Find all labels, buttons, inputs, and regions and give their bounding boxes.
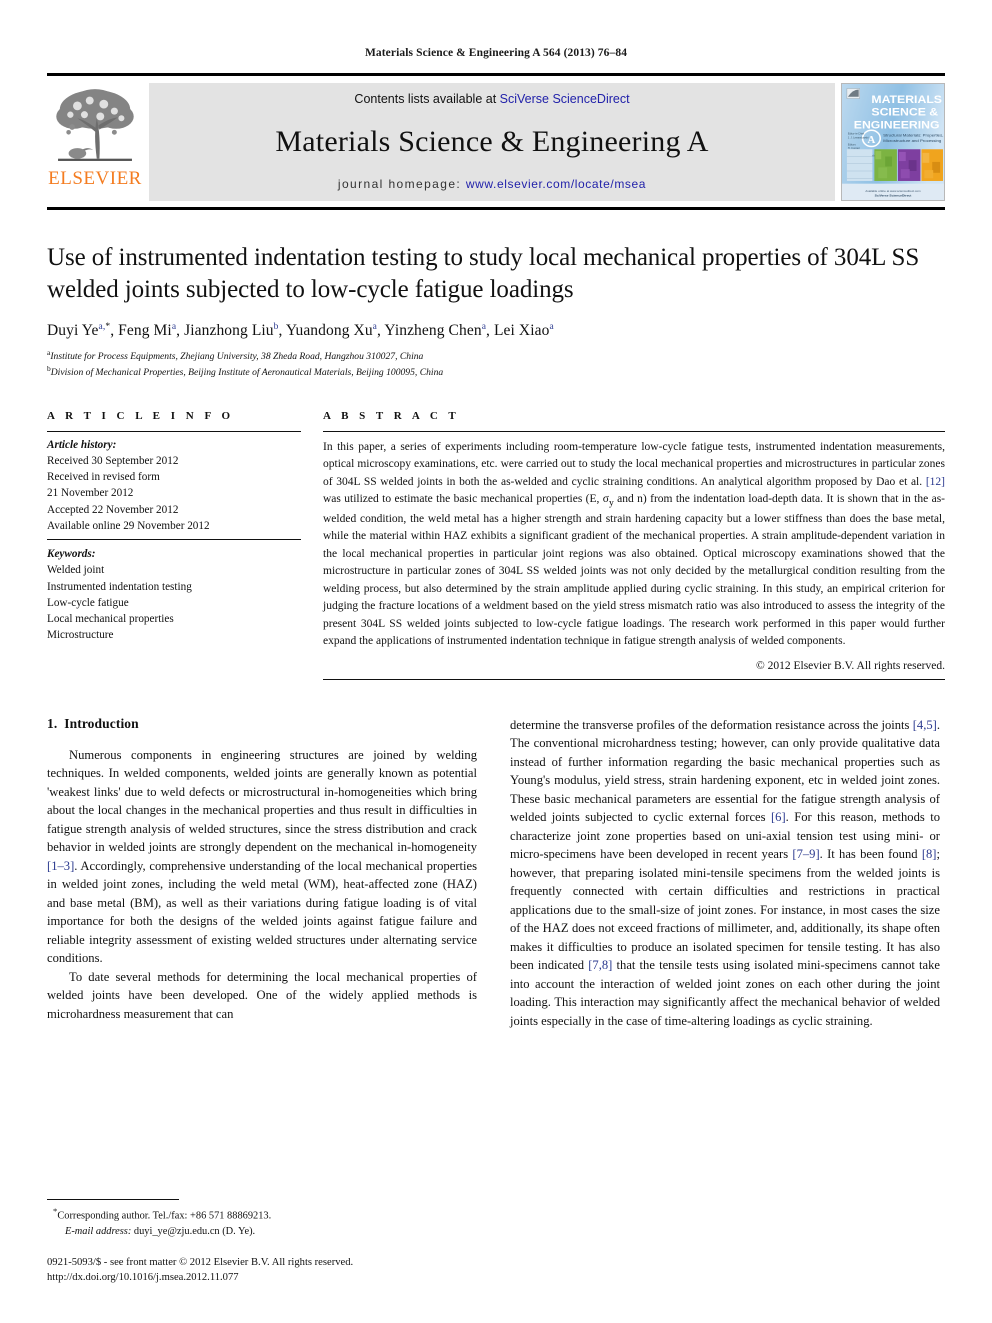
- author-5-affil-marker: a: [549, 322, 554, 332]
- issn-line: 0921-5093/$ - see front matter © 2012 El…: [47, 1256, 354, 1268]
- keywords-block: Keywords: Welded joint Instrumented inde…: [47, 540, 301, 643]
- intro-paragraph-2-cont: determine the transverse profiles of the…: [510, 717, 940, 1028]
- ref-7-8[interactable]: [7,8]: [588, 958, 612, 972]
- svg-text:MATERIALS: MATERIALS: [871, 92, 942, 105]
- elsevier-tree-icon: [51, 83, 139, 171]
- author-2: Jianzhong Liub: [184, 322, 279, 340]
- body-column-right: determine the transverse profiles of the…: [510, 716, 940, 1146]
- intro-paragraph-1: Numerous components in engineering struc…: [47, 747, 477, 966]
- ref-1-3[interactable]: [1–3]: [47, 859, 74, 873]
- journal-homepage-url[interactable]: www.elsevier.com/locate/msea: [466, 177, 646, 191]
- author-4-affil-marker: a: [481, 322, 487, 332]
- info-abstract-region: A R T I C L E I N F O Article history: R…: [47, 410, 945, 680]
- paper-page: Materials Science & Engineering A 564 (2…: [0, 0, 992, 1323]
- keyword-1: Instrumented indentation testing: [47, 580, 192, 593]
- sciencedirect-link[interactable]: SciVerse ScienceDirect: [500, 92, 630, 106]
- keyword-3: Local mechanical properties: [47, 613, 174, 626]
- history-item-3: Accepted 22 November 2012: [47, 503, 179, 516]
- cover-artwork: MATERIALS SCIENCE & ENGINEERING A Struct…: [842, 84, 944, 200]
- email-value[interactable]: duyi_ye@zju.edu.cn (D. Ye).: [131, 1226, 255, 1237]
- imprint-block: 0921-5093/$ - see front matter © 2012 El…: [47, 1255, 477, 1285]
- ref-6[interactable]: [6]: [771, 810, 786, 824]
- affiliation-b: bDivision of Mechanical Properties, Beij…: [47, 363, 444, 379]
- author-0: Duyi Yea,*: [47, 322, 111, 340]
- journal-band: Contents lists available at SciVerse Sci…: [149, 83, 835, 201]
- abstract-bottom-rule: [323, 678, 945, 680]
- svg-text:J. J. Lewandowski: J. J. Lewandowski: [848, 136, 869, 139]
- abstract-heading: A B S T R A C T: [323, 409, 460, 422]
- affiliation-list: aInstitute for Process Equipments, Zheji…: [47, 348, 945, 380]
- history-item-2: 21 November 2012: [47, 487, 134, 500]
- abstract-copyright: © 2012 Elsevier B.V. All rights reserved…: [756, 659, 945, 672]
- svg-text:SciVerse ScienceDirect: SciVerse ScienceDirect: [875, 193, 913, 197]
- ref-4-5[interactable]: [4,5]: [913, 718, 937, 732]
- journal-cover-thumbnail: MATERIALS SCIENCE & ENGINEERING A Struct…: [841, 83, 945, 201]
- corresponding-author-note: *Corresponding author. Tel./fax: +86 571…: [53, 1206, 272, 1237]
- history-item-4: Available online 29 November 2012: [47, 519, 210, 532]
- keywords-label: Keywords:: [47, 548, 96, 561]
- svg-text:Available online at www.scienc: Available online at www.sciencedirect.co…: [865, 189, 921, 193]
- section-title-introduction: 1. Introduction: [47, 716, 477, 732]
- article-history-block: Article history: Received 30 September 2…: [47, 432, 301, 539]
- email-label: E-mail address:: [65, 1225, 132, 1237]
- svg-text:Editors: Editors: [848, 144, 857, 147]
- keyword-0: Welded joint: [47, 564, 105, 577]
- elsevier-logo: ELSEVIER: [47, 83, 143, 201]
- page-title: Use of instrumented indentation testing …: [47, 244, 920, 303]
- author-2-affil-marker: b: [273, 322, 279, 332]
- author-1: Feng Mia: [118, 322, 177, 340]
- intro-paragraph-2: To date several methods for determining …: [47, 969, 477, 1021]
- article-info-heading: A R T I C L E I N F O: [47, 409, 235, 422]
- author-1-affil-marker: a: [171, 322, 177, 332]
- contents-available-line: Contents lists available at SciVerse Sci…: [354, 92, 629, 106]
- masthead-bottom-rule: [47, 207, 945, 210]
- abstract-ref-12[interactable]: [12]: [926, 476, 945, 488]
- section-number: 1.: [47, 715, 58, 731]
- journal-homepage-line: journal homepage: www.elsevier.com/locat…: [338, 177, 646, 191]
- author-3: Yuandong Xua: [285, 322, 377, 340]
- abstract-text: In this paper, a series of experiments i…: [323, 440, 946, 648]
- homepage-label: journal homepage:: [337, 177, 466, 191]
- section-label: Introduction: [64, 715, 139, 731]
- svg-text:Editor-in-Chief: Editor-in-Chief: [848, 133, 865, 136]
- svg-text:ENGINEERING: ENGINEERING: [854, 118, 940, 131]
- author-4: Yinzheng Chena: [384, 322, 487, 340]
- running-head: Materials Science & Engineering A 564 (2…: [364, 47, 628, 59]
- abstract-column: A B S T R A C T In this paper, a series …: [323, 410, 945, 680]
- doi-line[interactable]: http://dx.doi.org/10.1016/j.msea.2012.11…: [47, 1270, 477, 1285]
- title-block: Use of instrumented indentation testing …: [47, 242, 945, 380]
- contents-prefix: Contents lists available at: [354, 92, 500, 106]
- keyword-4: Microstructure: [47, 629, 114, 642]
- svg-text:Structural Materials: Properti: Structural Materials: Properties,: [883, 133, 943, 138]
- ref-8[interactable]: [8]: [922, 847, 937, 861]
- svg-text:SCIENCE &: SCIENCE &: [871, 105, 938, 118]
- history-item-1: Received in revised form: [47, 471, 160, 484]
- author-5: Lei Xiaoa: [493, 322, 554, 340]
- history-item-0: Received 30 September 2012: [47, 454, 179, 467]
- article-history-label: Article history:: [47, 438, 117, 451]
- journal-masthead: ELSEVIER Contents lists available at Sci…: [47, 73, 945, 201]
- ref-7-9[interactable]: [7–9]: [792, 847, 819, 861]
- affiliation-a: aInstitute for Process Equipments, Zheji…: [47, 348, 424, 363]
- author-list: Duyi Yea,*, Feng Mia, Jianzhong Liub, Yu…: [47, 322, 554, 340]
- journal-title: Materials Science & Engineering A: [275, 124, 709, 158]
- author-3-affil-marker: a: [372, 322, 377, 332]
- body-columns: 1. Introduction Numerous components in e…: [47, 716, 945, 1146]
- article-info-column: A R T I C L E I N F O Article history: R…: [47, 410, 301, 680]
- elsevier-wordmark: ELSEVIER: [48, 168, 142, 189]
- footnote-area: *Corresponding author. Tel./fax: +86 571…: [47, 1199, 477, 1285]
- keyword-2: Low-cycle fatigue: [47, 596, 129, 609]
- footnote-rule: [47, 1199, 179, 1201]
- body-column-left: 1. Introduction Numerous components in e…: [47, 716, 477, 1146]
- svg-text:Microstructure and Processing: Microstructure and Processing: [883, 138, 942, 143]
- svg-text:A: A: [868, 135, 876, 146]
- author-0-affil-marker: a,*: [98, 322, 111, 332]
